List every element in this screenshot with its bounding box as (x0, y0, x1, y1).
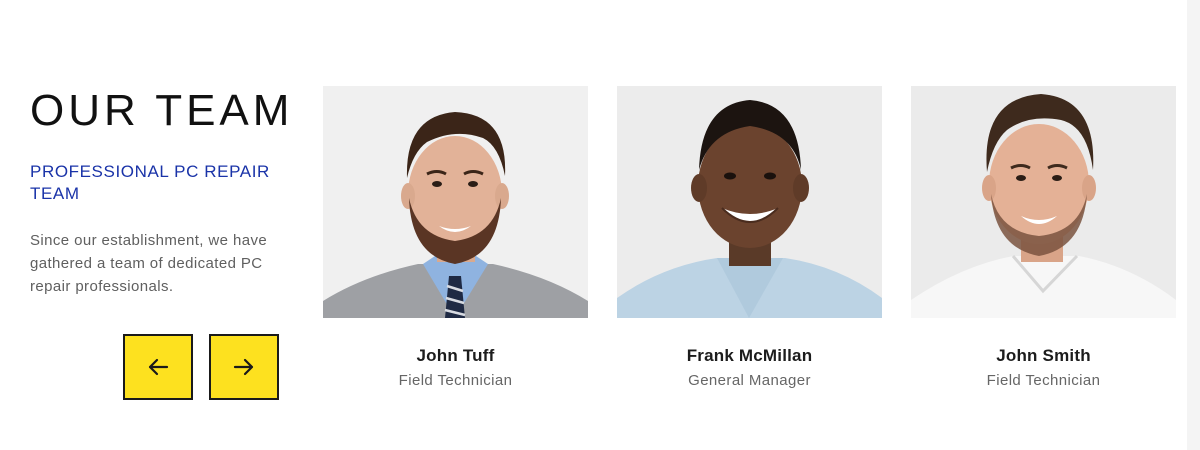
arrow-right-icon (233, 358, 255, 376)
team-member-card[interactable]: Frank McMillan General Manager (617, 86, 882, 391)
team-member-card[interactable]: John Smith Field Technician (911, 86, 1176, 391)
team-member-photo (323, 86, 588, 318)
team-member-photo (911, 86, 1176, 318)
carousel-next-button[interactable] (209, 334, 279, 400)
carousel-prev-button[interactable] (123, 334, 193, 400)
team-member-name: John Tuff (416, 346, 495, 365)
section-subtitle: PROFESSIONAL PC REPAIR TEAM (30, 162, 270, 203)
section-title: OUR TEAM (30, 86, 294, 135)
team-intro: OUR TEAM PROFESSIONAL PC REPAIR TEAM Sin… (30, 85, 300, 298)
team-member-name: Frank McMillan (686, 346, 813, 365)
team-member-photo (617, 86, 882, 318)
page-scrollbar-gutter (1187, 0, 1200, 450)
section-description: Since our establishment, we have gathere… (30, 232, 268, 295)
team-member-role: General Manager (688, 372, 811, 389)
team-member-card[interactable]: John Tuff Field Technician (323, 86, 588, 391)
team-member-role: Field Technician (986, 372, 1101, 389)
team-member-role: Field Technician (398, 372, 513, 389)
arrow-left-icon (147, 358, 169, 376)
team-member-name: John Smith (996, 346, 1091, 365)
